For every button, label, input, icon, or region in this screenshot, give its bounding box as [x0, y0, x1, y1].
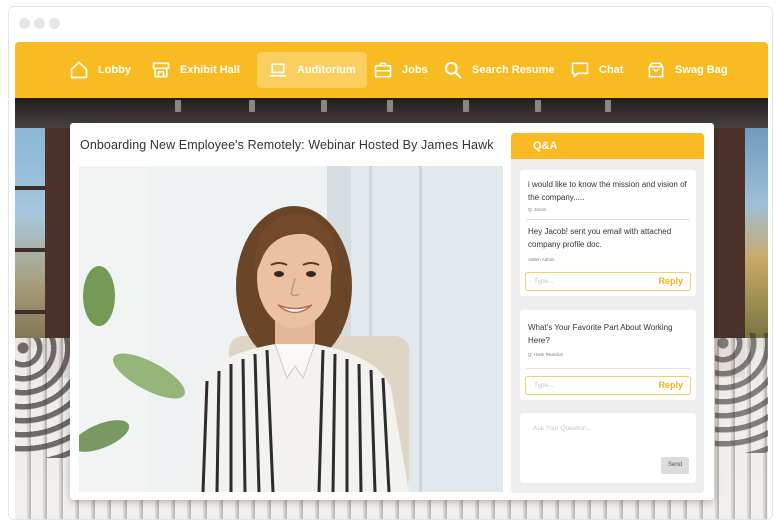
nav-label: Search Resume [472, 64, 555, 76]
search-icon [444, 61, 462, 79]
ceiling-lamp [387, 100, 393, 112]
webinar-title: Onboarding New Employee's Remotely: Webi… [80, 138, 494, 152]
reply-placeholder: Type... [534, 382, 554, 389]
ceiling-lamp [463, 100, 469, 112]
nav-lobby[interactable]: Lobby [69, 52, 131, 88]
reply-button[interactable]: Reply [658, 276, 683, 286]
audience-left [15, 338, 77, 458]
nav-chat[interactable]: Chat [570, 52, 623, 88]
audience-right [715, 333, 768, 453]
ask-question-placeholder: Ask Your Question... [533, 425, 592, 432]
nav-label: Lobby [98, 64, 131, 76]
nav-label: Chat [599, 64, 624, 76]
bag-icon [648, 62, 664, 78]
booth-icon [152, 62, 170, 78]
nav-jobs[interactable]: Jobs [373, 52, 428, 88]
question-text: What's Your Favorite Part About Working … [528, 323, 673, 345]
reply-button[interactable]: Reply [658, 380, 683, 390]
right-window [745, 128, 768, 348]
divider [526, 219, 690, 220]
nav-exhibit-hall[interactable]: Exhibit Hall [151, 52, 240, 88]
briefcase-icon [374, 62, 392, 78]
question-author: Q: Hank Reardon [528, 352, 564, 357]
nav-label: Swag Bag [675, 64, 728, 76]
main-navigation: Lobby Exhibit Hall Auditorium Jobs Searc… [15, 42, 768, 98]
qa-thread: i would like to know the mission and vis… [520, 170, 696, 296]
ceiling-lamp [321, 100, 327, 112]
nav-swag-bag[interactable]: Swag Bag [646, 52, 728, 88]
ceiling-lamp [605, 100, 611, 112]
ceiling-lamp [249, 100, 255, 112]
home-icon [70, 61, 88, 79]
left-window-frame [15, 128, 45, 348]
answer-text: Hey Jacob! sent you email with attached … [528, 227, 672, 249]
reply-placeholder: Type... [534, 278, 554, 285]
nav-auditorium[interactable]: Auditorium [257, 52, 367, 88]
qa-thread: What's Your Favorite Part About Working … [520, 310, 696, 400]
laptop-icon [269, 63, 287, 77]
chat-icon [571, 62, 589, 78]
send-button[interactable]: Send [661, 457, 689, 474]
presenter-video-frame [79, 166, 503, 492]
nav-search-resume[interactable]: Search Resume [443, 52, 555, 88]
webinar-panel: Onboarding New Employee's Remotely: Webi… [70, 123, 714, 500]
nav-label: Jobs [402, 64, 428, 76]
ceiling-lamp [535, 100, 541, 112]
question-author: Q: Jacob [528, 207, 547, 212]
nav-label: Auditorium [297, 64, 356, 76]
window-dot [34, 18, 45, 29]
webinar-video[interactable] [79, 166, 503, 492]
window-chrome [9, 7, 772, 41]
divider [526, 368, 690, 369]
reply-input[interactable]: Type... Reply [525, 272, 691, 291]
ceiling-lamp [175, 100, 181, 112]
window-dot [19, 18, 30, 29]
qa-heading: Q&A [511, 133, 704, 159]
reply-input[interactable]: Type... Reply [525, 376, 691, 395]
answer-author: Admin Admin [528, 257, 555, 262]
window-dot [49, 18, 60, 29]
question-text: i would like to know the mission and vis… [528, 180, 687, 202]
ask-question-box[interactable]: Ask Your Question... Send [520, 413, 696, 483]
nav-label: Exhibit Hall [180, 64, 240, 76]
qa-panel: Q&A i would like to know the mission and… [511, 133, 704, 493]
